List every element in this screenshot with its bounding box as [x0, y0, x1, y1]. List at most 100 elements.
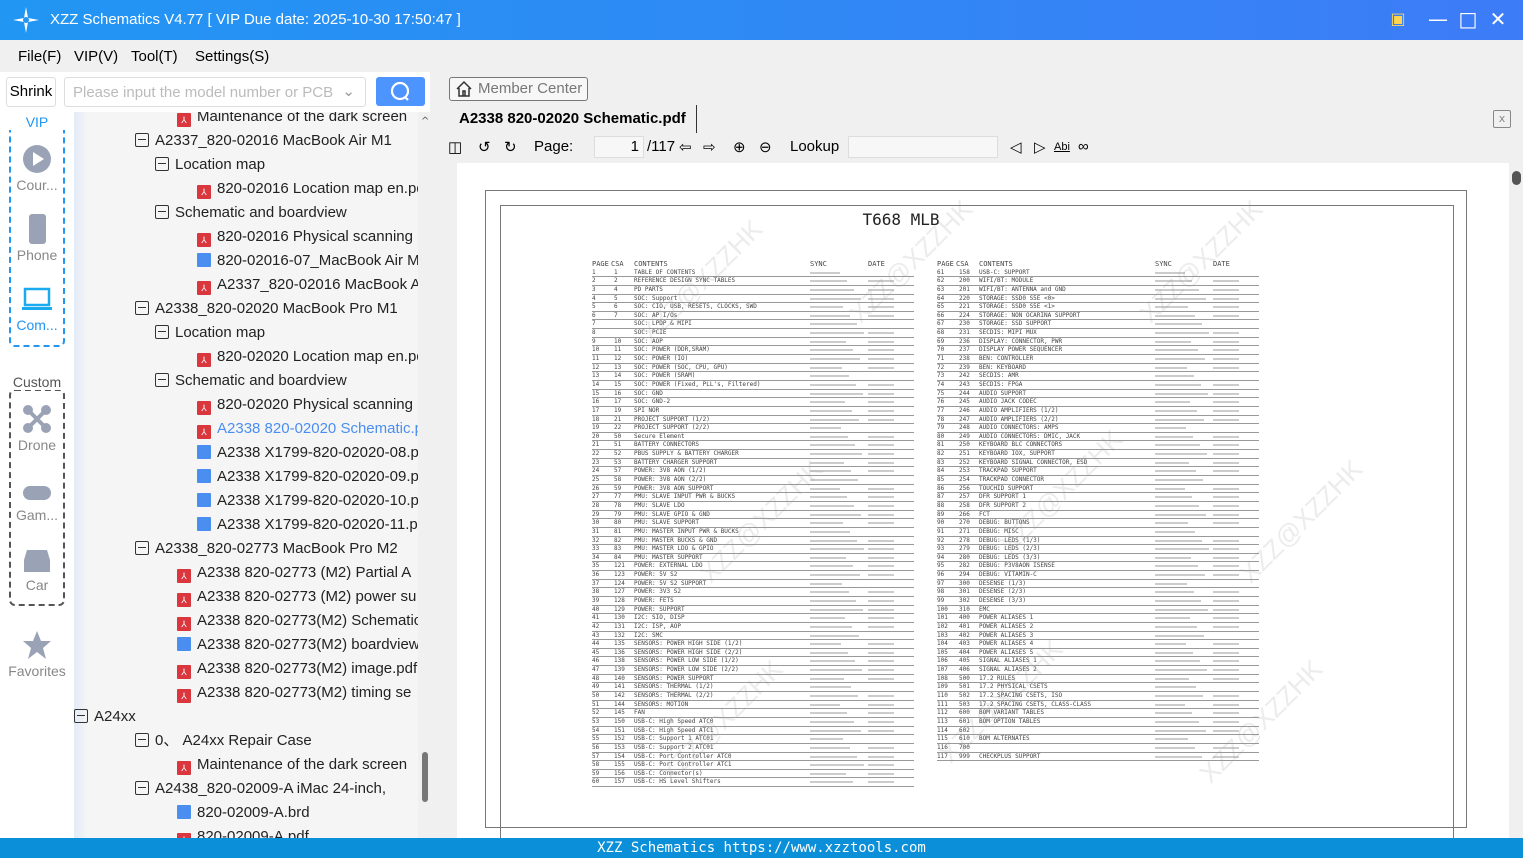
- rotate-left-icon[interactable]: ↺: [478, 138, 491, 156]
- prev-page-icon[interactable]: ⇦: [679, 138, 692, 156]
- zoom-in-icon[interactable]: ⊕: [733, 138, 746, 156]
- tree-folder[interactable]: 0、 A24xx Repair Case: [135, 729, 312, 753]
- tree-file[interactable]: ⅄ 820-02020 Location map en.pdf: [197, 345, 418, 369]
- boardview-file-icon: [177, 805, 191, 819]
- collapse-icon[interactable]: [135, 541, 149, 555]
- zoom-out-icon[interactable]: ⊖: [759, 138, 772, 156]
- scroll-thumb[interactable]: [422, 752, 428, 802]
- collapse-icon[interactable]: [155, 157, 169, 171]
- find-previous-icon[interactable]: ◁: [1010, 138, 1022, 156]
- nav-favorites[interactable]: Favorites: [0, 630, 74, 679]
- tree-file[interactable]: ⅄ A2338 820-02773(M2) timing se: [177, 681, 411, 705]
- rotate-right-icon[interactable]: ↻: [504, 138, 517, 156]
- tree-folder[interactable]: Location map: [155, 153, 265, 177]
- collapse-icon[interactable]: [155, 373, 169, 387]
- collapse-icon[interactable]: [135, 301, 149, 315]
- tree-file[interactable]: 820-02016-07_MacBook Air M1: [197, 249, 418, 273]
- contents-cell: POWER ALIASES 4: [979, 640, 1034, 648]
- tree-file[interactable]: ⅄ A2338 820-02020 Schematic.pdf: [197, 417, 418, 441]
- tree-file[interactable]: A2338 820-02773(M2) boardview: [177, 633, 418, 657]
- page-cell: 67: [937, 320, 945, 328]
- collapse-icon[interactable]: [155, 205, 169, 219]
- nav-car[interactable]: Car: [0, 546, 74, 593]
- menu-tool[interactable]: Tool(T): [131, 48, 178, 65]
- menu-settings[interactable]: Settings(S): [195, 48, 269, 65]
- tree-file[interactable]: ⅄ A2338 820-02773(M2) Schematic: [177, 609, 418, 633]
- tree-file[interactable]: ⅄ Maintenance of the dark screen: [177, 112, 407, 129]
- car-icon: [24, 550, 50, 572]
- collapse-icon[interactable]: [155, 325, 169, 339]
- close-button[interactable]: ✕: [1487, 8, 1509, 30]
- match-case-icon[interactable]: Abi: [1054, 141, 1070, 153]
- collapse-icon[interactable]: [135, 133, 149, 147]
- menu-vip[interactable]: VIP(V): [74, 48, 118, 65]
- next-page-icon[interactable]: ⇨: [703, 138, 716, 156]
- tree-file[interactable]: ⅄ A2338 820-02773(M2) image.pdf: [177, 657, 417, 681]
- page-cell: 17: [592, 406, 600, 414]
- member-center-button[interactable]: Member Center: [449, 77, 588, 101]
- find-next-icon[interactable]: ▷: [1034, 138, 1046, 156]
- search-button[interactable]: [376, 77, 425, 106]
- date-cell: [1213, 720, 1239, 723]
- tree-file[interactable]: ⅄ A2338 820-02773 (M2) power su: [177, 585, 416, 609]
- scroll-up-icon[interactable]: ^: [421, 116, 429, 127]
- sync-cell: [810, 591, 849, 594]
- collapse-icon[interactable]: [135, 781, 149, 795]
- lookup-input[interactable]: [848, 136, 998, 158]
- tree-file[interactable]: ⅄ 820-02016 Location map en.pdf: [197, 177, 418, 201]
- tree-file[interactable]: ⅄ Maintenance of the dark screen: [177, 753, 407, 777]
- nav-courses[interactable]: Cour...: [0, 144, 74, 193]
- tree-file[interactable]: ⅄ A2338 820-02773 (M2) Partial A: [177, 561, 411, 585]
- tree-folder[interactable]: Schematic and boardview: [155, 201, 347, 225]
- scroll-thumb[interactable]: [1512, 171, 1521, 185]
- tree-scrollbar[interactable]: ^: [418, 112, 430, 838]
- tree-file[interactable]: ⅄820-02009-A.pdf: [177, 825, 309, 838]
- tree-file[interactable]: A2338 X1799-820-02020-11.pcb: [197, 513, 418, 537]
- maximize-button[interactable]: □: [1457, 8, 1479, 30]
- shrink-button[interactable]: Shrink: [6, 77, 56, 107]
- nav-drone[interactable]: Drone: [0, 404, 74, 453]
- page-cell: 74: [937, 380, 945, 388]
- vip-briefcase-icon[interactable]: ▣: [1387, 8, 1409, 30]
- tree-folder[interactable]: A2338_820-02020 MacBook Pro M1: [135, 297, 398, 321]
- pdf-toolbar: ◫ ↺ ↻ Page: 1 /117 ⇦ ⇨ ⊕ ⊖ Lookup ◁ ▷ Ab…: [446, 135, 1516, 161]
- tree-item-label: A2338 820-02773(M2) boardview: [197, 636, 418, 653]
- nav-phone[interactable]: Phone: [0, 214, 74, 263]
- collapse-icon[interactable]: [135, 733, 149, 747]
- document-scrollbar[interactable]: [1509, 163, 1523, 838]
- chevron-down-icon[interactable]: ⌄: [342, 82, 355, 100]
- tree-file[interactable]: A2338 X1799-820-02020-10.pcb: [197, 489, 418, 513]
- document-view[interactable]: T668 MLB PAGE CSA CONTENTS SYNC DATE 1 1 TABLE …: [457, 163, 1509, 838]
- tree-file[interactable]: A2338 X1799-820-02020-09.pcb: [197, 465, 418, 489]
- tree-folder[interactable]: A2337_820-02016 MacBook Air M1: [135, 129, 392, 153]
- page-cell: 5: [592, 303, 596, 311]
- tree-file[interactable]: ⅄ A2337_820-02016 MacBook Air: [197, 273, 418, 297]
- page-number-input[interactable]: 1: [594, 136, 644, 158]
- contents-cell: SPI NOR: [634, 406, 660, 414]
- tree-file[interactable]: 820-02009-A.brd: [177, 801, 310, 825]
- tree-folder[interactable]: Schematic and boardview: [155, 369, 347, 393]
- page-cell: 106: [937, 657, 948, 665]
- nav-computer[interactable]: Com...: [0, 284, 74, 333]
- nav-game[interactable]: Gam...: [0, 482, 74, 523]
- pdf-file-icon: ⅄: [177, 617, 191, 631]
- document-tab[interactable]: A2338 820-02020 Schematic.pdf: [450, 105, 697, 133]
- model-search-input[interactable]: Please input the model number or PCB ⌄: [64, 77, 366, 107]
- tree-file[interactable]: ⅄ 820-02020 Physical scanning: [197, 393, 413, 417]
- table-row: 93 279 DEBUG: LEDS (2/3): [937, 545, 1259, 554]
- contents-cell: POWER: 3V8 AON (1/2): [634, 467, 707, 475]
- tree-folder[interactable]: A2338_820-02773 MacBook Pro M2: [135, 537, 398, 561]
- collapse-icon[interactable]: [74, 709, 88, 723]
- tree-file[interactable]: A2338 X1799-820-02020-08.pcb: [197, 441, 418, 465]
- two-page-icon[interactable]: ◫: [448, 138, 462, 156]
- tree-folder[interactable]: A24xx: [74, 705, 136, 729]
- menu-file[interactable]: File(F): [18, 48, 61, 65]
- tree-folder[interactable]: Location map: [155, 321, 265, 345]
- minimize-button[interactable]: —: [1427, 8, 1449, 30]
- tree-file[interactable]: ⅄ 820-02016 Physical scanning: [197, 225, 413, 249]
- page-cell: 69: [937, 337, 945, 345]
- close-tab-icon[interactable]: x: [1493, 110, 1511, 128]
- tree-folder[interactable]: A2438_820-02009-A iMac 24-inch,: [135, 777, 386, 801]
- csa-cell: 278: [959, 536, 970, 544]
- binoculars-icon[interactable]: ∞: [1078, 138, 1089, 155]
